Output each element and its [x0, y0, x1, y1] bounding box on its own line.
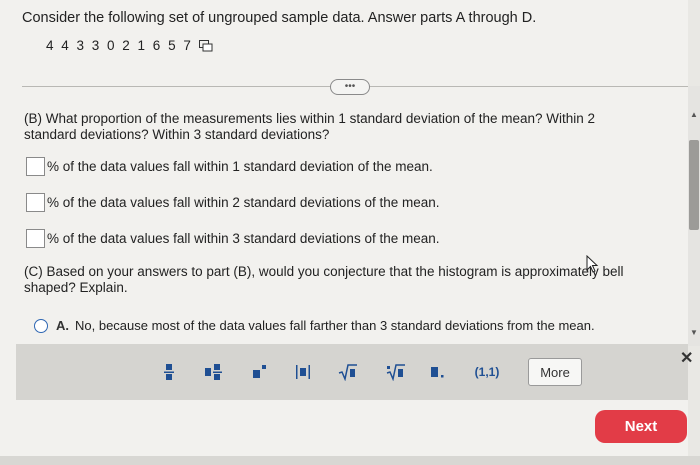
expand-button[interactable]: •••: [330, 79, 370, 95]
answer-row-1: % of the data values fall within 1 stand…: [26, 157, 433, 176]
copy-icon[interactable]: [198, 39, 213, 52]
scroll-down-icon[interactable]: ▼: [690, 328, 698, 337]
answer-input-3[interactable]: [26, 229, 45, 248]
part-b-question: (B) What proportion of the measurements …: [24, 111, 596, 142]
interval-icon[interactable]: (1,1): [472, 362, 502, 382]
decimal-icon[interactable]: [430, 362, 446, 382]
question-page: Consider the following set of ungrouped …: [0, 0, 688, 465]
answer-input-1[interactable]: [26, 157, 45, 176]
intro-text: Consider the following set of ungrouped …: [22, 10, 537, 26]
exponent-icon[interactable]: [252, 362, 268, 382]
sample-values: 4 4 3 3 0 2 1 6 5 7: [46, 38, 193, 53]
answer-row-1-label: % of the data values fall within 1 stand…: [47, 159, 433, 174]
bottom-bar: [0, 456, 700, 465]
option-a-text: No, because most of the data values fall…: [75, 318, 595, 333]
sample-data: 4 4 3 3 0 2 1 6 5 7: [46, 38, 213, 53]
more-button[interactable]: More: [528, 358, 582, 386]
scrollbar-thumb[interactable]: [689, 140, 699, 230]
fraction-icon[interactable]: [162, 362, 176, 382]
square-root-icon[interactable]: [338, 362, 358, 382]
absolute-value-icon[interactable]: [294, 362, 312, 382]
mouse-cursor-icon: [586, 255, 599, 273]
answer-row-3: % of the data values fall within 3 stand…: [26, 229, 440, 248]
mixed-number-icon[interactable]: [204, 362, 224, 382]
answer-row-2: % of the data values fall within 2 stand…: [26, 193, 440, 212]
option-a[interactable]: A. No, because most of the data values f…: [34, 318, 595, 333]
answer-row-2-label: % of the data values fall within 2 stand…: [47, 195, 440, 210]
scroll-up-icon[interactable]: ▲: [690, 110, 698, 119]
nth-root-icon[interactable]: [386, 362, 406, 382]
option-a-radio[interactable]: [34, 318, 48, 333]
close-icon[interactable]: ✕: [680, 348, 693, 368]
answer-input-2[interactable]: [26, 193, 45, 212]
next-button[interactable]: Next: [595, 410, 687, 443]
part-c-question: (C) Based on your answers to part (B), w…: [24, 264, 624, 295]
option-a-letter: A.: [56, 318, 69, 333]
answer-row-3-label: % of the data values fall within 3 stand…: [47, 231, 440, 246]
math-toolbar: (1,1) More: [16, 344, 688, 400]
